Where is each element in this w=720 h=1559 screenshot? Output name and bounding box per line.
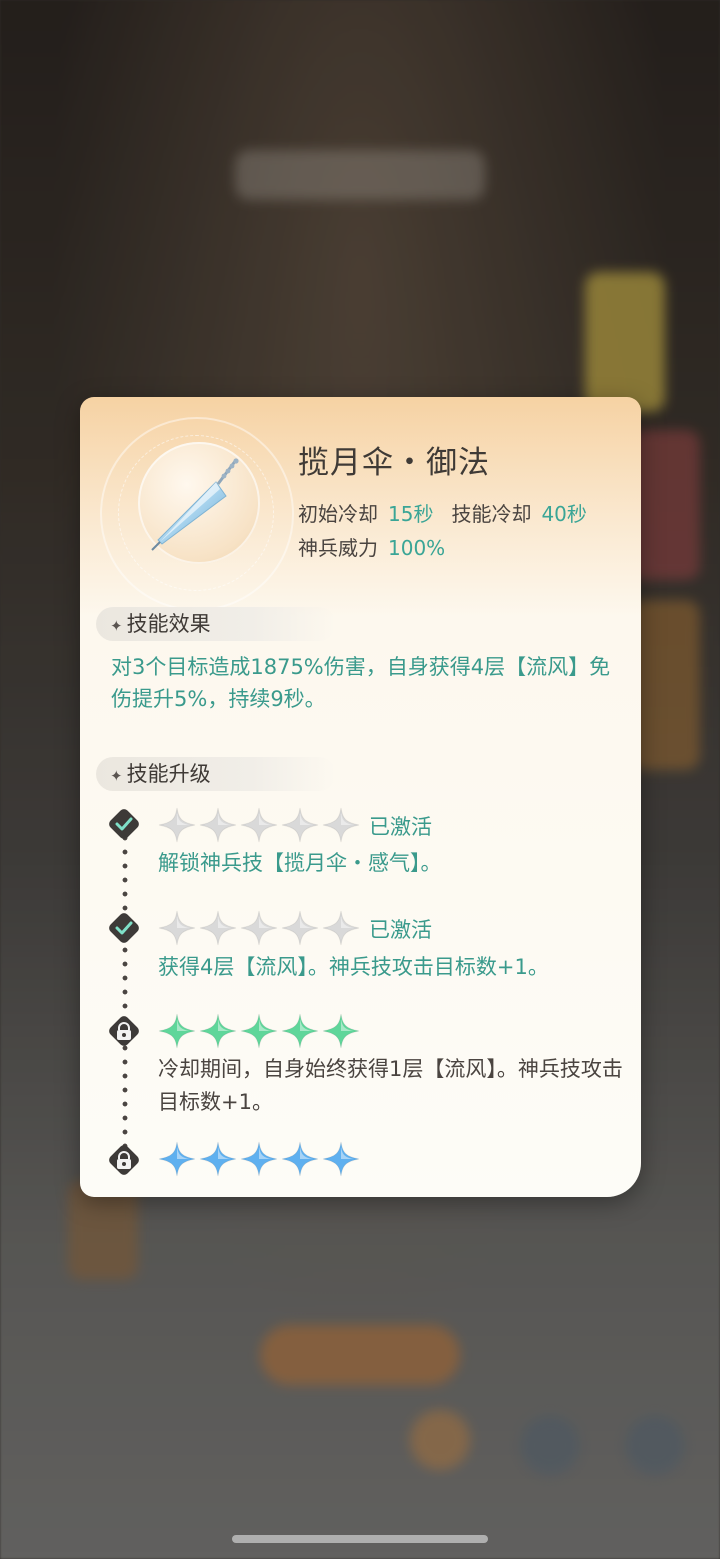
star-icon: [281, 1013, 319, 1049]
star-rating: [158, 910, 363, 946]
star-icon: [240, 1141, 278, 1177]
star-rating: [158, 1141, 363, 1177]
star-icon: [281, 807, 319, 843]
skill-cooldown-value: 40秒: [541, 502, 587, 526]
skill-effect-text: 对3个目标造成1875%伤害，自身获得4层【流风】免伤提升5%，持续9秒。: [111, 655, 611, 711]
check-icon: [105, 909, 143, 947]
upgrade-timeline: [122, 817, 128, 1162]
star-icon: [199, 807, 237, 843]
section-header-upgrade: ✦ 技能升级: [96, 757, 336, 791]
star-icon: [322, 1013, 360, 1049]
power-stat: 神兵威力 100%: [298, 532, 463, 561]
lock-icon: [105, 1012, 143, 1050]
star-icon: [240, 807, 278, 843]
section-header-label: 技能效果: [126, 612, 211, 636]
sparkle-icon: ✦: [110, 767, 123, 785]
level-description: 获得4层【流风】。神兵技攻击目标数+1。: [158, 955, 549, 979]
star-icon: [199, 1141, 237, 1177]
star-icon: [240, 1013, 278, 1049]
lock-icon: [105, 1141, 143, 1179]
star-icon: [199, 1013, 237, 1049]
skill-detail-dialog: 揽月伞・御法 初始冷却 15秒 技能冷却 40秒 神兵威力 100% ✦ 技能效果 对3个…: [80, 397, 641, 1197]
star-icon: [158, 807, 196, 843]
star-icon: [199, 910, 237, 946]
star-icon: [281, 1141, 319, 1177]
level-status: 已激活: [369, 918, 432, 942]
star-icon: [158, 1013, 196, 1049]
star-icon: [322, 807, 360, 843]
check-icon: [105, 805, 143, 843]
star-icon: [322, 910, 360, 946]
weapon-icon: [138, 442, 260, 564]
star-icon: [240, 910, 278, 946]
star-icon: [281, 910, 319, 946]
sparkle-icon: ✦: [110, 617, 123, 635]
power-label: 神兵威力: [298, 536, 378, 560]
star-rating: [158, 807, 363, 843]
level-description: 冷却期间，自身始终获得1层【流风】。神兵技攻击目标数+1。: [158, 1057, 623, 1114]
initial-cooldown-label: 初始冷却: [298, 502, 378, 526]
level-description: 解锁神兵技【揽月伞・感气】。: [158, 851, 442, 875]
star-icon: [322, 1141, 360, 1177]
skill-cooldown-label: 技能冷却: [451, 502, 532, 526]
star-icon: [158, 1141, 196, 1177]
initial-cooldown-value: 15秒: [388, 502, 434, 526]
level-status: 已激活: [369, 815, 432, 839]
star-rating: [158, 1013, 363, 1049]
power-value: 100%: [388, 536, 446, 560]
star-icon: [158, 910, 196, 946]
section-header-effect: ✦ 技能效果: [96, 607, 336, 641]
section-header-label: 技能升级: [126, 762, 211, 786]
home-indicator[interactable]: [232, 1535, 488, 1543]
skill-title: 揽月伞・御法: [298, 445, 490, 481]
cooldown-stats: 初始冷却 15秒 技能冷却 40秒: [298, 498, 605, 527]
